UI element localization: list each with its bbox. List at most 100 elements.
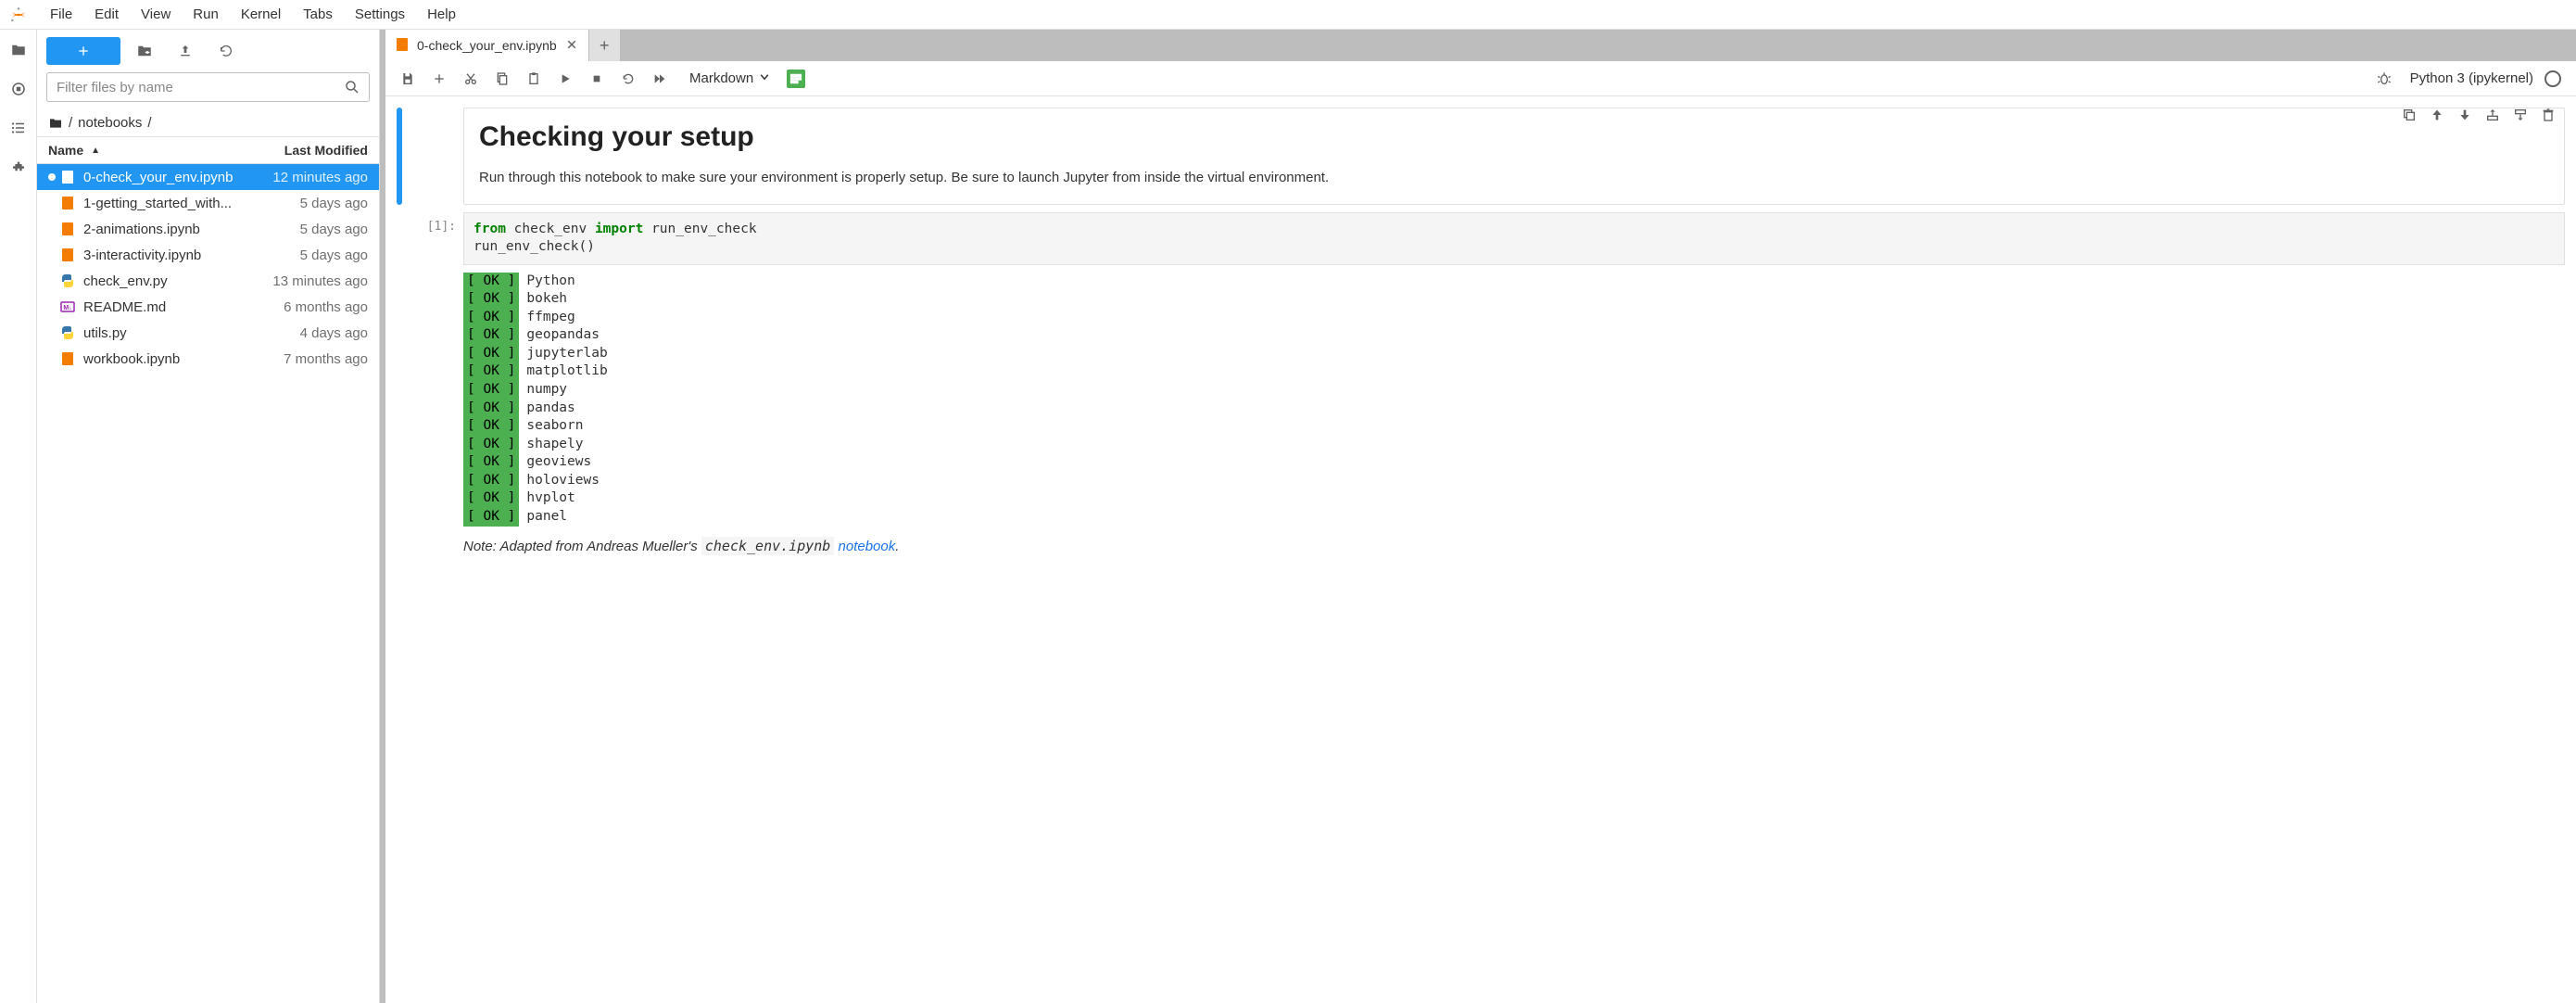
menu-settings[interactable]: Settings: [346, 3, 414, 26]
code-cell[interactable]: [1]: from check_env import run_env_check…: [397, 212, 2565, 554]
output-check-row: [ OK ]shapely: [463, 436, 2565, 454]
svg-text:M↓: M↓: [63, 305, 71, 311]
code-input[interactable]: from check_env import run_env_check run_…: [463, 212, 2565, 265]
notebook-icon: [59, 169, 76, 185]
running-kernels-icon[interactable]: [9, 80, 28, 98]
output-check-row: [ OK ]hvplot: [463, 489, 2565, 508]
ok-badge: [ OK ]: [463, 417, 519, 436]
markdown-icon: M↓: [59, 298, 76, 315]
file-modified: 5 days ago: [293, 222, 368, 237]
file-row[interactable]: check_env.py13 minutes ago: [37, 268, 379, 294]
output-check-row: [ OK ]geoviews: [463, 453, 2565, 472]
menu-file[interactable]: File: [41, 3, 82, 26]
folder-icon[interactable]: [9, 41, 28, 59]
ok-badge: [ OK ]: [463, 453, 519, 472]
file-modified: 5 days ago: [293, 248, 368, 263]
restart-run-all-icon[interactable]: [645, 66, 675, 92]
menu-kernel[interactable]: Kernel: [232, 3, 290, 26]
file-row[interactable]: 3-interactivity.ipynb5 days ago: [37, 242, 379, 268]
interrupt-icon[interactable]: [582, 66, 612, 92]
ok-badge: [ OK ]: [463, 345, 519, 363]
render-side-by-side-icon[interactable]: [787, 70, 805, 88]
check-name: ffmpeg: [519, 309, 575, 327]
file-modified: 7 months ago: [276, 351, 368, 367]
new-folder-icon[interactable]: [128, 37, 161, 65]
breadcrumb-folder[interactable]: notebooks: [78, 115, 142, 131]
kernel-name[interactable]: Python 3 (ipykernel): [2410, 70, 2533, 86]
file-list-header[interactable]: Name ▲ Last Modified: [37, 137, 379, 164]
menu-bar: FileEditViewRunKernelTabsSettingsHelp: [0, 0, 2576, 30]
check-name: jupyterlab: [519, 345, 607, 363]
menu-tabs[interactable]: Tabs: [294, 3, 342, 26]
collapse-heading-icon[interactable]: ▼: [385, 124, 387, 137]
refresh-icon[interactable]: [209, 37, 243, 65]
breadcrumb-sep: /: [147, 115, 151, 131]
output-check-row: [ OK ]pandas: [463, 400, 2565, 418]
file-row[interactable]: M↓README.md6 months ago: [37, 294, 379, 320]
file-name: 1-getting_started_with...: [83, 196, 293, 211]
col-modified-label[interactable]: Last Modified: [284, 143, 368, 158]
save-icon[interactable]: [393, 66, 423, 92]
output-check-row: [ OK ]holoviews: [463, 472, 2565, 490]
check-name: pandas: [519, 400, 575, 418]
file-name: README.md: [83, 299, 276, 315]
file-row[interactable]: utils.py4 days ago: [37, 320, 379, 346]
tab-notebook[interactable]: 0-check_your_env.ipynb: [385, 30, 589, 61]
search-icon: [344, 79, 360, 98]
file-browser-toolbar: [37, 30, 379, 72]
file-modified: 12 minutes ago: [265, 170, 368, 185]
notebook-icon: [59, 247, 76, 263]
output-check-row: [ OK ]matplotlib: [463, 362, 2565, 381]
menu-help[interactable]: Help: [418, 3, 465, 26]
new-launcher-button[interactable]: [46, 37, 120, 65]
toc-icon[interactable]: [9, 119, 28, 137]
menu-view[interactable]: View: [132, 3, 180, 26]
check-name: bokeh: [519, 290, 567, 309]
file-row[interactable]: 2-animations.ipynb5 days ago: [37, 216, 379, 242]
extensions-icon[interactable]: [9, 158, 28, 176]
menu-edit[interactable]: Edit: [85, 3, 128, 26]
run-icon[interactable]: [550, 66, 580, 92]
new-tab-button[interactable]: +: [589, 30, 621, 61]
cut-icon[interactable]: [456, 66, 486, 92]
output-check-row: [ OK ]seaborn: [463, 417, 2565, 436]
activity-bar: [0, 30, 37, 1003]
markdown-paragraph: Run through this notebook to make sure y…: [479, 168, 2549, 189]
insert-cell-icon[interactable]: [424, 66, 454, 92]
notebook-icon: [395, 37, 410, 55]
file-row[interactable]: 1-getting_started_with...5 days ago: [37, 190, 379, 216]
file-row[interactable]: 0-check_your_env.ipynb12 minutes ago: [37, 164, 379, 190]
ok-badge: [ OK ]: [463, 290, 519, 309]
check-name: Python: [519, 273, 575, 291]
breadcrumb[interactable]: / notebooks /: [37, 109, 379, 137]
kernel-status-icon[interactable]: [2544, 70, 2561, 87]
cell-type-select[interactable]: Markdown: [682, 70, 777, 86]
breadcrumb-root[interactable]: /: [69, 115, 72, 131]
output-check-row: [ OK ]bokeh: [463, 290, 2565, 309]
upload-icon[interactable]: [169, 37, 202, 65]
file-row[interactable]: workbook.ipynb7 months ago: [37, 346, 379, 372]
restart-icon[interactable]: [613, 66, 643, 92]
folder-icon: [48, 116, 63, 131]
close-icon[interactable]: [564, 36, 579, 55]
output-check-row: [ OK ]Python: [463, 273, 2565, 291]
file-browser: / notebooks / Name ▲ Last Modified 0-che…: [37, 30, 380, 1003]
markdown-cell[interactable]: ▼ Checking your setup Run through this n…: [397, 108, 2565, 205]
file-modified: 5 days ago: [293, 196, 368, 211]
output-check-row: [ OK ]ffmpeg: [463, 309, 2565, 327]
check-name: geopandas: [519, 326, 600, 345]
note-link[interactable]: notebook: [839, 539, 896, 554]
check-name: numpy: [519, 381, 567, 400]
menu-run[interactable]: Run: [183, 3, 228, 26]
output-check-row: [ OK ]geopandas: [463, 326, 2565, 345]
col-name-label[interactable]: Name: [48, 143, 83, 158]
debugger-icon[interactable]: [2369, 66, 2399, 92]
ok-badge: [ OK ]: [463, 436, 519, 454]
file-filter-input[interactable]: [46, 72, 370, 102]
notebook-icon: [59, 195, 76, 211]
copy-icon[interactable]: [487, 66, 517, 92]
tab-label: 0-check_your_env.ipynb: [417, 38, 557, 53]
cell-type-label: Markdown: [689, 70, 753, 86]
paste-icon[interactable]: [519, 66, 549, 92]
code-output: [ OK ]Python[ OK ]bokeh[ OK ]ffmpeg[ OK …: [463, 265, 2565, 527]
